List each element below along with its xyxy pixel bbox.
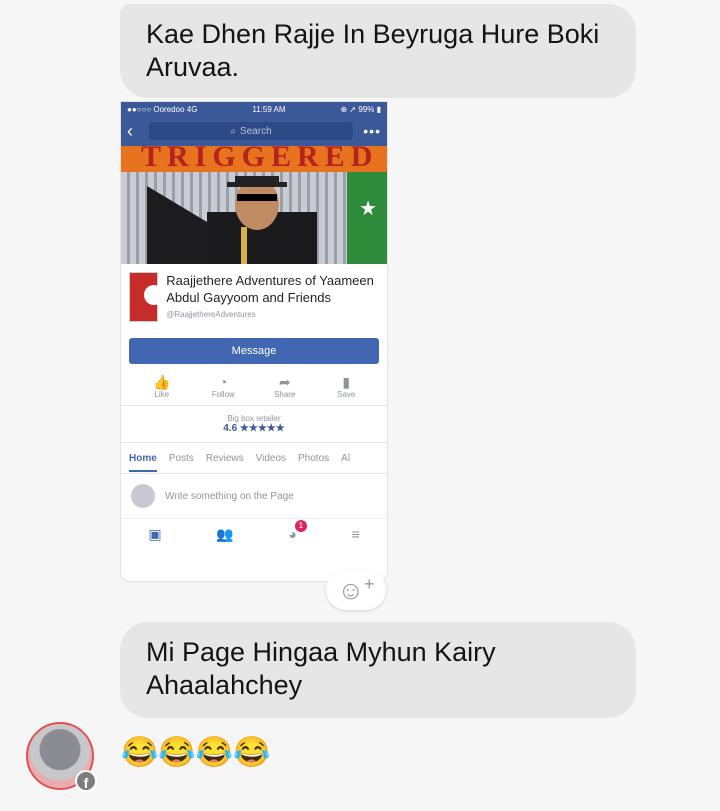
bookmark-icon: ▮ — [342, 374, 351, 390]
search-placeholder: Search — [239, 125, 272, 137]
page-tabs: Home Posts Reviews Videos Photos Al — [121, 443, 387, 474]
feed-icon: ▣ — [148, 525, 162, 542]
banner-text: TRIGGERED — [141, 146, 379, 172]
share-action: ➦ Share — [265, 374, 305, 399]
page-name: Raajjethere Adventures of Yaameen Abdul … — [166, 273, 374, 305]
chevron-left-icon: ‹ — [127, 120, 133, 141]
tab-home: Home — [129, 445, 157, 472]
compose-box: Write something on the Page — [121, 474, 387, 519]
message-bubble[interactable]: Kae Dhen Rajje In Beyruga Hure Boki Aruv… — [120, 4, 636, 98]
menu-icon: ≡ — [351, 526, 360, 542]
tab-reviews: Reviews — [205, 452, 244, 464]
page-handle: @RaajjethereAdventures — [166, 310, 256, 319]
time-text: 11:59 AM — [252, 104, 286, 114]
carrier-text: ●●○○○ Ooredoo 4G — [127, 104, 198, 114]
search-field: ⌕ Search — [149, 122, 353, 140]
follow-action: ◔ Follow — [203, 374, 243, 399]
message-text: Mi Page Hingaa Myhun Kairy Ahaalahchey — [146, 637, 496, 700]
tab-posts: Posts — [168, 452, 194, 464]
friends-icon: 👥 — [216, 525, 234, 542]
page-header: Raajjethere Adventures of Yaameen Abdul … — [121, 264, 387, 328]
rating-value: 4.6 ★★★★★ — [223, 423, 285, 434]
tab-videos: Videos — [255, 452, 287, 464]
message-bubble[interactable]: Mi Page Hingaa Myhun Kairy Ahaalahchey — [120, 622, 636, 718]
cover-photo: ★ — [121, 172, 387, 264]
rss-icon: ◔ — [219, 374, 228, 390]
save-action: ▮ Save — [326, 374, 366, 399]
globe-icon: ◕ 1 — [288, 520, 307, 542]
page-category: Big box retailer — [227, 414, 281, 423]
more-dots-icon: ••• — [363, 123, 381, 139]
cover-figure — [147, 176, 317, 264]
tab-photos: Photos — [298, 452, 330, 464]
page-actions: 👍 Like ◔ Follow ➦ Share ▮ Save — [121, 364, 387, 406]
tab-about: Al — [341, 452, 351, 464]
nav-bar: ‹ ⌕ Search ••• — [121, 116, 387, 146]
avatar — [131, 484, 155, 508]
page-avatar — [129, 272, 165, 322]
plus-icon: + — [364, 573, 375, 594]
shared-screenshot[interactable]: ●●○○○ Ooredoo 4G 11:59 AM ⊕ ➚ 99% ▮ ‹ ⌕ … — [120, 101, 388, 582]
notification-badge: 1 — [294, 520, 307, 532]
page-rating: Big box retailer 4.6 ★★★★★ — [121, 406, 387, 443]
bottom-nav: ▣ 👥 ◕ 1 ≡ — [121, 519, 387, 549]
share-arrow-icon: ➦ — [278, 374, 291, 390]
message-button: Message — [129, 338, 379, 364]
compose-placeholder: Write something on the Page — [165, 490, 294, 502]
add-reaction-icon[interactable]: ☺ + — [326, 570, 386, 610]
flag-image: ★ — [347, 172, 387, 264]
like-action: 👍 Like — [142, 374, 182, 399]
search-icon: ⌕ — [230, 125, 236, 137]
banner: TRIGGERED — [121, 146, 387, 172]
battery-text: ⊕ ➚ 99% ▮ — [340, 104, 381, 114]
message-text: Kae Dhen Rajje In Beyruga Hure Boki Aruv… — [146, 19, 600, 82]
star-icon: ★ — [359, 198, 377, 220]
emoji-message[interactable]: 😂😂😂😂 — [121, 735, 270, 770]
thumbs-up-icon: 👍 — [153, 374, 171, 390]
facebook-icon: f — [75, 770, 97, 792]
status-bar: ●●○○○ Ooredoo 4G 11:59 AM ⊕ ➚ 99% ▮ — [121, 102, 387, 116]
